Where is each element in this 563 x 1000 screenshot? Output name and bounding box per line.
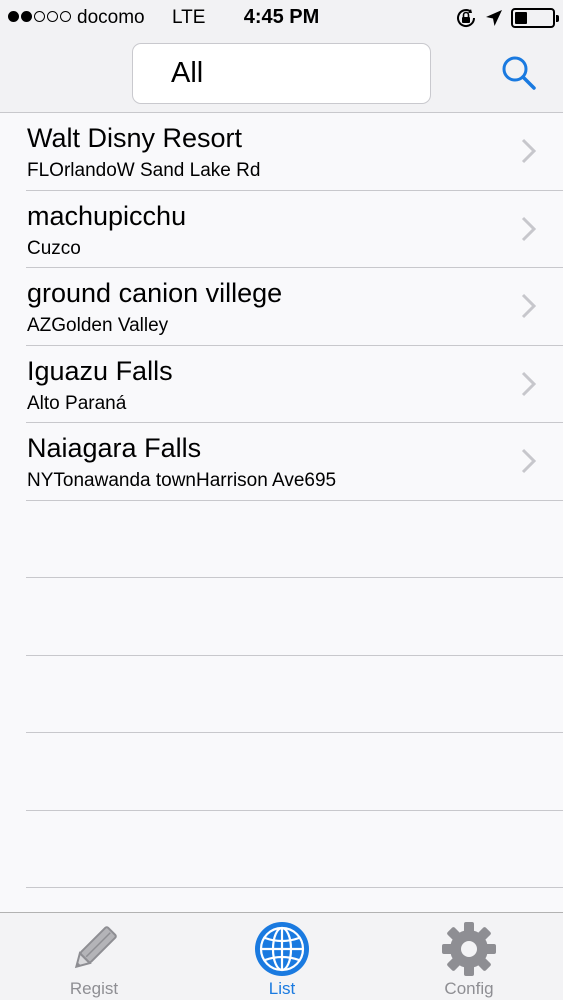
place-address: AZGolden Valley	[27, 315, 169, 336]
battery-icon	[511, 8, 559, 28]
gear-icon	[442, 922, 496, 976]
place-address: Alto Paraná	[27, 392, 127, 414]
tab-list[interactable]: List	[188, 913, 376, 1000]
place-address: FLOrlandoW Sand Lake Rd	[27, 160, 261, 181]
tab-bar: Regist List Config	[0, 912, 563, 1000]
list-item[interactable]: Iguazu Falls Alto Paraná	[26, 346, 563, 423]
pencil-icon	[74, 926, 117, 969]
place-title: Walt Disny Resort	[27, 123, 243, 153]
place-title: Iguazu Falls	[27, 355, 173, 386]
location-arrow-icon	[486, 10, 502, 26]
chevron-right-icon	[521, 138, 537, 164]
orientation-lock-icon	[457, 9, 476, 27]
filter-segment-all[interactable]: All	[132, 43, 431, 104]
chevron-right-icon	[521, 371, 537, 396]
empty-row	[26, 811, 563, 888]
top-bar: docomo LTE 4:45 PM All	[0, 0, 563, 113]
empty-row	[26, 733, 563, 811]
place-list: Walt Disny Resort FLOrlandoW Sand Lake R…	[0, 113, 563, 888]
list-item[interactable]: Naiagara Falls NYTonawanda townHarrison …	[26, 423, 563, 501]
place-title: Naiagara Falls	[27, 433, 202, 463]
chevron-right-icon	[521, 216, 537, 241]
globe-icon	[255, 922, 309, 976]
list-item[interactable]: ground canion villege AZGolden Valley	[26, 268, 563, 346]
tab-regist[interactable]: Regist	[0, 913, 188, 1000]
status-bar: docomo LTE 4:45 PM	[0, 0, 563, 38]
tab-label: Config	[444, 979, 494, 998]
chevron-right-icon	[521, 293, 537, 319]
empty-row	[26, 578, 563, 656]
tab-label: List	[268, 979, 296, 998]
tab-config[interactable]: Config	[375, 913, 563, 1000]
place-title: machupicchu	[27, 200, 187, 231]
place-address: NYTonawanda townHarrison Ave695	[27, 470, 337, 491]
tab-label: Regist	[69, 979, 119, 998]
place-address: Cuzco	[27, 237, 81, 259]
empty-row	[26, 501, 563, 578]
search-icon[interactable]	[500, 54, 538, 92]
place-title: ground canion villege	[27, 278, 283, 308]
chevron-right-icon	[521, 448, 537, 474]
list-item[interactable]: Walt Disny Resort FLOrlandoW Sand Lake R…	[26, 113, 563, 191]
list-item[interactable]: machupicchu Cuzco	[26, 191, 563, 268]
empty-row	[26, 656, 563, 733]
